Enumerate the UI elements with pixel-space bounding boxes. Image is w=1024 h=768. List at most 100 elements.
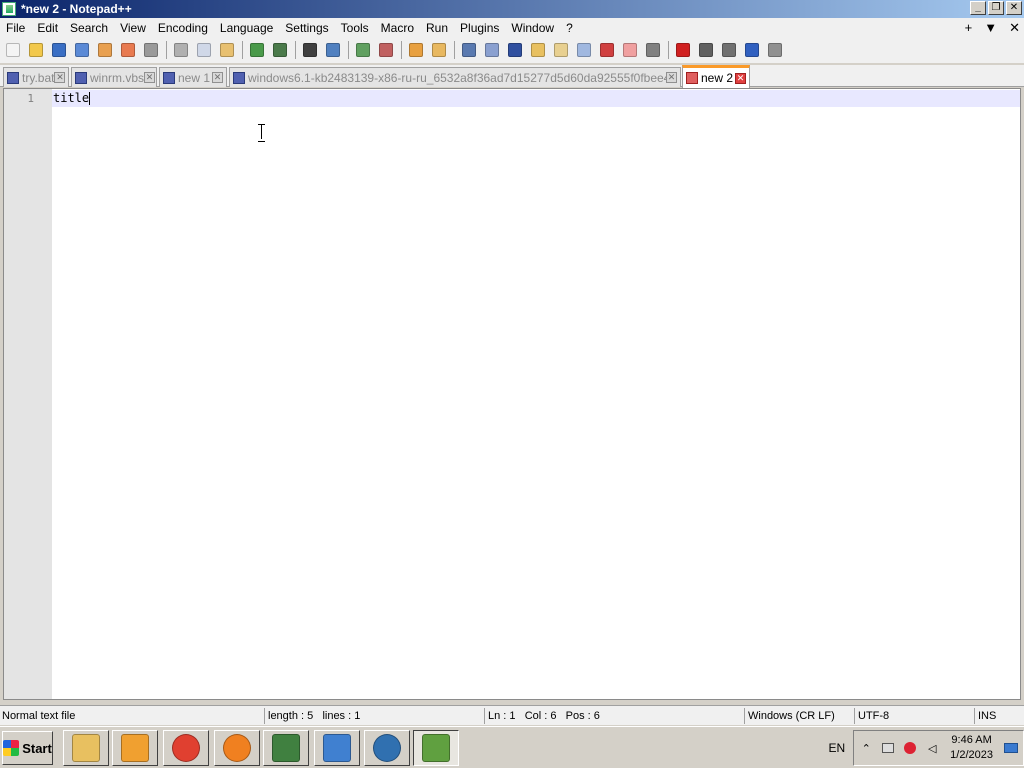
minimize-button[interactable]: _	[970, 1, 986, 15]
copy-button[interactable]	[194, 40, 214, 60]
word-wrap-button[interactable]	[459, 40, 479, 60]
find-button[interactable]	[300, 40, 320, 60]
redo-button[interactable]	[270, 40, 290, 60]
taskbar-app-network-settings[interactable]	[314, 730, 360, 766]
undo-icon	[250, 43, 264, 57]
document-map-button[interactable]	[551, 40, 571, 60]
indent-guide-button[interactable]	[505, 40, 525, 60]
task-manager-icon	[272, 734, 300, 762]
print-button[interactable]	[141, 40, 161, 60]
udl-button[interactable]	[528, 40, 548, 60]
stop-recording-button[interactable]	[696, 40, 716, 60]
menu-window[interactable]: Window	[505, 21, 560, 35]
copy-icon	[197, 43, 211, 57]
menu-language[interactable]: Language	[214, 21, 279, 35]
toolbar-separator	[166, 41, 167, 59]
taskbar-app-file-explorer[interactable]	[63, 730, 109, 766]
file-explorer-icon	[72, 734, 100, 762]
sync-horizontal-icon	[432, 43, 446, 57]
status-encoding[interactable]: UTF-8	[854, 708, 974, 724]
tab-winrm-vbs[interactable]: winrm.vbs ✕	[71, 67, 157, 87]
tab-new-2[interactable]: new 2 ✕	[682, 65, 750, 88]
cut-button[interactable]	[171, 40, 191, 60]
editor-text-line[interactable]: title	[53, 92, 91, 105]
menu-run[interactable]: Run	[420, 21, 454, 35]
sync-horizontal-button[interactable]	[429, 40, 449, 60]
tab-label: windows6.1-kb2483139-x86-ru-ru_6532a8f36…	[248, 70, 666, 85]
tab-try-bat[interactable]: try.bat ✕	[3, 67, 69, 87]
taskbar-app-internet-explorer[interactable]	[364, 730, 410, 766]
menu-settings[interactable]: Settings	[279, 21, 334, 35]
tab-close-icon[interactable]: ✕	[212, 72, 223, 83]
sync-vertical-button[interactable]	[406, 40, 426, 60]
status-eol[interactable]: Windows (CR LF)	[744, 708, 854, 724]
tab-close-icon[interactable]: ✕	[144, 72, 156, 83]
menu-edit[interactable]: Edit	[31, 21, 64, 35]
save-button[interactable]	[49, 40, 69, 60]
taskbar-app-firefox[interactable]	[214, 730, 260, 766]
menu-tools[interactable]: Tools	[335, 21, 375, 35]
clock[interactable]: 9:46 AM 1/2/2023	[950, 733, 993, 763]
close-all-button[interactable]	[118, 40, 138, 60]
zoom-out-button[interactable]	[376, 40, 396, 60]
status-lines: lines : 1	[322, 710, 361, 722]
menu-help[interactable]: ?	[560, 21, 579, 35]
tab-windows-update-exe[interactable]: windows6.1-kb2483139-x86-ru-ru_6532a8f36…	[229, 67, 681, 87]
close-button[interactable]: ✕	[1006, 1, 1022, 15]
maximize-button[interactable]: ❐	[988, 1, 1004, 15]
network-settings-icon	[323, 734, 351, 762]
status-insert-mode[interactable]: INS	[974, 708, 1022, 724]
menu-view[interactable]: View	[114, 21, 152, 35]
language-indicator[interactable]: EN	[829, 741, 846, 755]
menu-plugins[interactable]: Plugins	[454, 21, 505, 35]
taskbar-app-chrome[interactable]	[163, 730, 209, 766]
menu-search[interactable]: Search	[64, 21, 114, 35]
new-file-icon	[6, 43, 20, 57]
volume-icon[interactable]: ◁	[924, 740, 940, 756]
save-all-button[interactable]	[72, 40, 92, 60]
show-hidden-icons-icon[interactable]: ⌃	[858, 740, 874, 756]
function-list-button[interactable]	[574, 40, 594, 60]
file-icon	[75, 71, 87, 84]
save-macro-button[interactable]	[765, 40, 785, 60]
menu-file[interactable]: File	[0, 21, 31, 35]
menu-macro[interactable]: Macro	[375, 21, 420, 35]
replace-button[interactable]	[323, 40, 343, 60]
tab-new-1[interactable]: new 1 ✕	[159, 67, 227, 87]
tab-label: winrm.vbs	[90, 70, 145, 85]
taskbar-app-task-manager[interactable]	[263, 730, 309, 766]
tab-close-icon[interactable]: ✕	[666, 72, 677, 83]
tab-close-icon[interactable]: ✕	[54, 72, 66, 83]
firefox-icon	[223, 734, 251, 762]
tab-close-icon[interactable]: ✕	[735, 72, 746, 84]
tab-list-dropdown-icon[interactable]: ▼	[984, 20, 997, 35]
paste-button[interactable]	[217, 40, 237, 60]
doc-switcher-button[interactable]	[643, 40, 663, 60]
open-file-button[interactable]	[26, 40, 46, 60]
close-document-icon[interactable]: ✕	[1009, 20, 1020, 36]
show-desktop-icon[interactable]	[1003, 740, 1019, 756]
status-length: length : 5	[268, 710, 314, 722]
monitoring-button[interactable]	[620, 40, 640, 60]
new-tab-plus-icon[interactable]: +	[965, 20, 973, 35]
start-label: Start	[22, 740, 52, 756]
playback-macro-button[interactable]	[719, 40, 739, 60]
taskbar-app-media-player[interactable]	[112, 730, 158, 766]
new-file-button[interactable]	[3, 40, 23, 60]
toolbar-separator	[348, 41, 349, 59]
editor-area[interactable]: 1 title	[3, 88, 1021, 700]
close-button[interactable]	[95, 40, 115, 60]
taskbar-app-notepad-plus-plus[interactable]	[413, 730, 459, 766]
action-center-icon[interactable]	[902, 740, 918, 756]
run-macro-multiple-button[interactable]	[742, 40, 762, 60]
zoom-in-button[interactable]	[353, 40, 373, 60]
folder-as-workspace-button[interactable]	[597, 40, 617, 60]
sync-vertical-icon	[409, 43, 423, 57]
network-icon[interactable]	[880, 740, 896, 756]
show-all-characters-button[interactable]	[482, 40, 502, 60]
record-macro-button[interactable]	[673, 40, 693, 60]
menu-encoding[interactable]: Encoding	[152, 21, 214, 35]
start-button[interactable]: Start	[2, 731, 53, 765]
undo-button[interactable]	[247, 40, 267, 60]
toolbar	[0, 37, 1024, 63]
